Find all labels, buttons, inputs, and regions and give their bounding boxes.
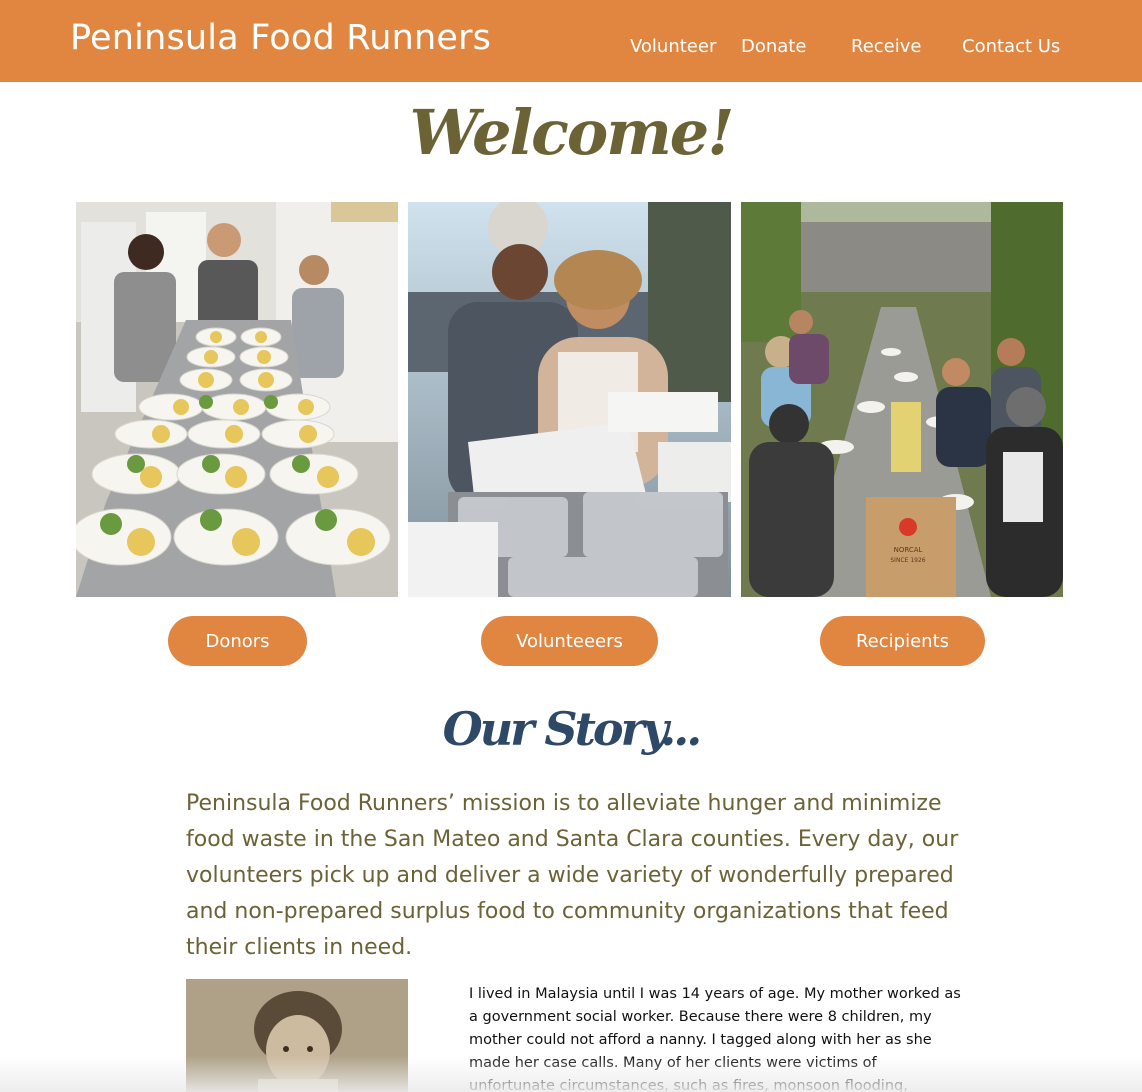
welcome-heading: Welcome! xyxy=(409,96,735,169)
volunteers-photo xyxy=(408,202,731,597)
nav-volunteer[interactable]: Volunteer xyxy=(630,36,716,57)
volunteers-button[interactable]: Volunteeers xyxy=(481,616,658,666)
mission-statement: Peninsula Food Runners’ mission is to al… xyxy=(186,791,959,960)
recipients-photo: NORCAL SINCE 1926 xyxy=(741,202,1063,597)
bag-print-line2: SINCE 1926 xyxy=(890,557,925,564)
donors-photo xyxy=(76,202,398,597)
nav-donate[interactable]: Donate xyxy=(741,36,806,57)
site-title[interactable]: Peninsula Food Runners xyxy=(70,18,491,58)
our-story-heading: Our Story... xyxy=(442,702,703,756)
recipients-button[interactable]: Recipients xyxy=(820,616,985,666)
donors-button[interactable]: Donors xyxy=(168,616,307,666)
founder-portrait xyxy=(186,979,408,1092)
nav-receive[interactable]: Receive xyxy=(851,36,921,57)
header-bar: Peninsula Food Runners Volunteer Donate … xyxy=(0,0,1142,82)
bag-print-line1: NORCAL xyxy=(894,546,923,554)
founder-bio: I lived in Malaysia until I was 14 years… xyxy=(469,986,961,1092)
nav-contact-us[interactable]: Contact Us xyxy=(962,36,1060,57)
